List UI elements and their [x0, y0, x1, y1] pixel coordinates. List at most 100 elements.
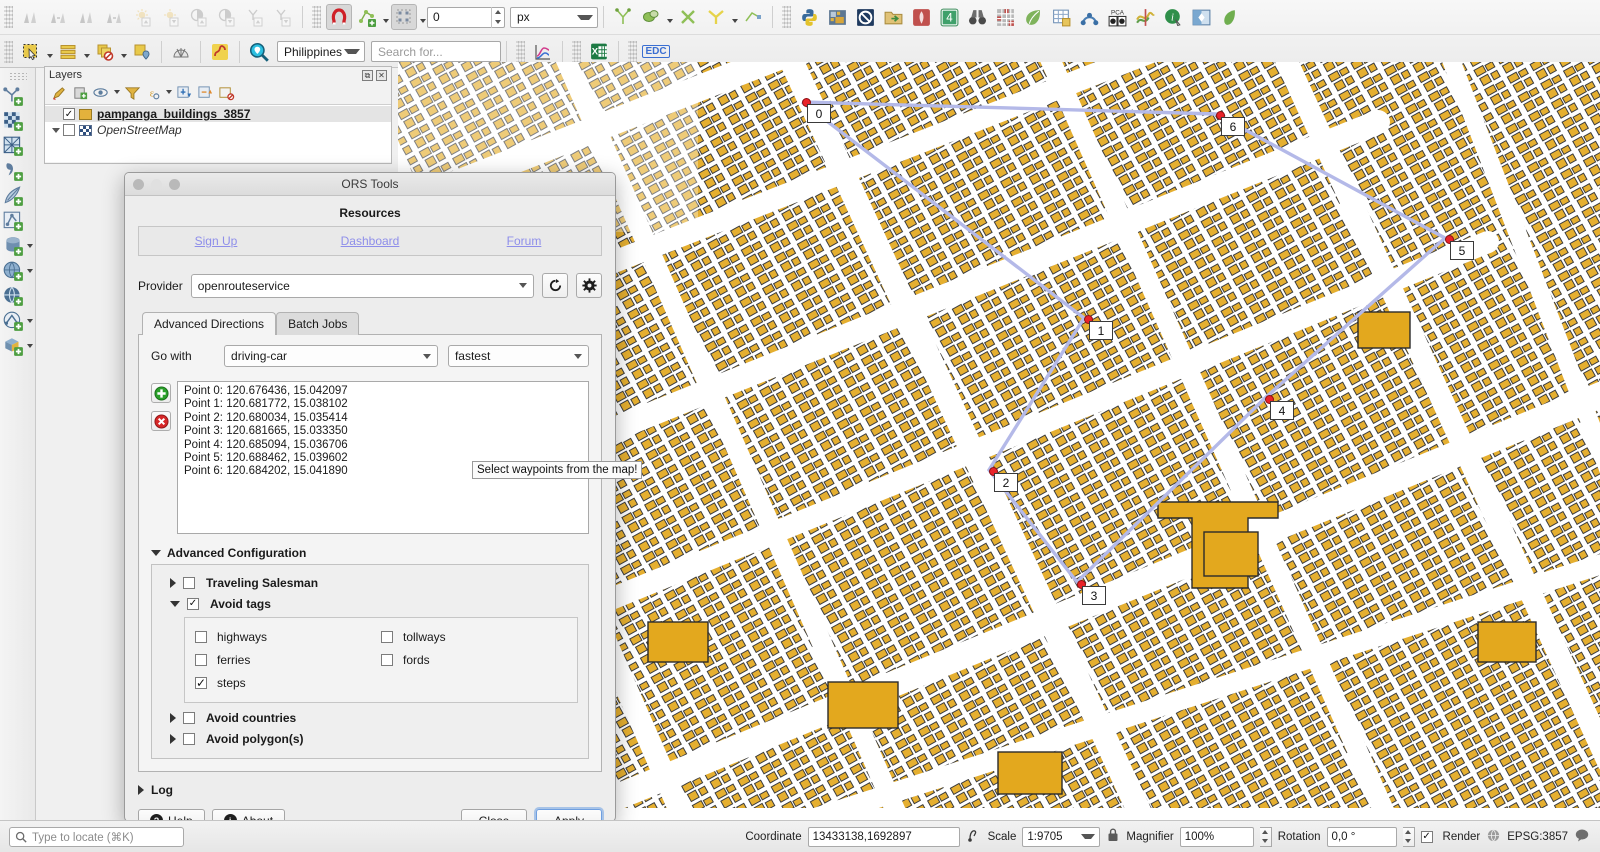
wfs-caret[interactable] — [26, 319, 35, 323]
provider-settings-gear-button[interactable] — [576, 273, 602, 298]
contrast-decrease-icon[interactable] — [214, 4, 240, 30]
add-spatialite-row[interactable] — [0, 258, 36, 283]
magnifier-field[interactable]: 100% — [1180, 827, 1254, 847]
add-raster-layer-row[interactable] — [0, 108, 36, 133]
histogram-icon[interactable] — [18, 4, 44, 30]
toolbar-grip-xls[interactable] — [572, 41, 581, 63]
lock-scale-icon[interactable] — [1106, 827, 1120, 846]
tab-advanced-directions[interactable]: Advanced Directions — [142, 312, 276, 335]
avoid-polygons-expander-icon[interactable] — [170, 734, 176, 744]
spatialite-caret[interactable] — [26, 269, 35, 273]
waypoint-row[interactable]: Point 4: 120.685094, 15.036706 — [184, 439, 582, 452]
identify-info-icon[interactable]: i — [1160, 4, 1186, 30]
manage-visibility-eye-icon[interactable] — [92, 84, 111, 103]
histogram-full-icon[interactable] — [102, 4, 128, 30]
add-geopackage-icon[interactable] — [0, 209, 26, 233]
brightness-increase-icon[interactable] — [130, 4, 156, 30]
waypoint-row[interactable]: Point 2: 120.680034, 15.035414 — [184, 412, 582, 425]
refresh-provider-button[interactable] — [542, 273, 568, 298]
ferries-checkbox[interactable] — [195, 654, 207, 666]
locate-input[interactable]: Type to locate (⌘K) — [9, 827, 184, 847]
option-avoid-countries[interactable]: Avoid countries — [162, 707, 578, 728]
delete-selected-icon[interactable] — [675, 4, 701, 30]
avoid-countries-expander-icon[interactable] — [170, 713, 176, 723]
filter-legend-icon[interactable] — [123, 84, 142, 103]
waypoint-row[interactable]: Point 0: 120.676436, 15.042097 — [184, 385, 582, 398]
add-delimited-text-icon[interactable] — [0, 159, 26, 183]
dialog-titlebar[interactable]: ORS Tools — [125, 173, 615, 196]
add-vector-layer-icon[interactable] — [0, 84, 26, 108]
window-close-button[interactable] — [133, 179, 144, 190]
messages-log-icon[interactable] — [1574, 827, 1590, 846]
split-features-icon[interactable] — [610, 4, 636, 30]
merge-features-icon[interactable] — [638, 4, 664, 30]
excel-export-icon[interactable]: X — [586, 39, 612, 65]
country-select[interactable]: Philippines — [277, 41, 365, 62]
brightness-decrease-icon[interactable] — [158, 4, 184, 30]
avoid-countries-checkbox[interactable] — [183, 712, 195, 724]
select-all-caret[interactable] — [82, 41, 91, 63]
toolbar-grip-plugins[interactable] — [782, 6, 791, 28]
avoid-tag-ferries[interactable]: ferries — [195, 648, 381, 671]
rotation-stepper[interactable] — [1403, 827, 1415, 847]
binoculars-search-icon[interactable] — [964, 4, 990, 30]
waypoint-row[interactable]: Point 1: 120.681772, 15.038102 — [184, 398, 582, 411]
topology-dropdown-caret[interactable] — [381, 6, 390, 28]
add-vector-layer-row[interactable] — [0, 83, 36, 108]
postgis-caret[interactable] — [26, 244, 35, 248]
avoid-tag-tollways[interactable]: tollways — [381, 625, 567, 648]
toolbar-grip-edc[interactable] — [628, 41, 637, 63]
deselect-features-icon[interactable] — [92, 39, 118, 65]
left-toolbar-grip[interactable] — [9, 72, 27, 80]
toolbar-grip-select[interactable] — [4, 41, 13, 63]
add-postgis-row[interactable] — [0, 233, 36, 258]
magnet-snapping-icon[interactable] — [326, 4, 352, 30]
python-console-icon[interactable] — [796, 4, 822, 30]
select-all-icon[interactable] — [55, 39, 81, 65]
toolbar-grip[interactable] — [4, 6, 13, 28]
add-feather-layer-icon[interactable] — [0, 184, 26, 208]
remove-layer-icon[interactable] — [217, 84, 236, 103]
no-action-icon[interactable] — [852, 4, 878, 30]
advanced-config-expander-icon[interactable] — [151, 550, 161, 556]
layer-expander[interactable] — [49, 128, 63, 133]
visibility-caret[interactable] — [113, 90, 121, 98]
add-mesh-layer-row[interactable] — [0, 133, 36, 158]
layer-item-buildings[interactable]: ✓ pampanga_buildings_3857 — [45, 106, 391, 122]
leaflet-export-icon[interactable] — [1216, 4, 1242, 30]
add-group-icon[interactable] — [71, 84, 90, 103]
avoid-tags-checkbox[interactable]: ✓ — [187, 598, 199, 610]
add-3d-tiles-icon[interactable] — [0, 334, 26, 358]
topology-edit-icon[interactable] — [354, 4, 380, 30]
add-postgis-icon[interactable] — [0, 234, 26, 258]
measure-line-icon[interactable] — [207, 39, 233, 65]
tiles-caret[interactable] — [26, 344, 35, 348]
snap-tolerance-input[interactable]: 0 — [427, 7, 505, 28]
steps-checkbox[interactable]: ✓ — [195, 677, 207, 689]
avoid-polygons-checkbox[interactable] — [183, 733, 195, 745]
remove-waypoint-button[interactable] — [151, 411, 171, 431]
ors-tools-dialog[interactable]: ORS Tools Resources Sign Up Dashboard Fo… — [124, 172, 616, 822]
profile-tool-icon[interactable] — [1132, 4, 1158, 30]
attribute-table-icon[interactable] — [1048, 4, 1074, 30]
waypoints-list[interactable]: Point 0: 120.676436, 15.042097 Point 1: … — [177, 381, 589, 534]
layer-visibility-checkbox[interactable]: ✓ — [63, 108, 75, 120]
add-wfs-icon[interactable] — [0, 309, 26, 333]
grass-tools-icon[interactable] — [908, 4, 934, 30]
expand-all-icon[interactable] — [175, 84, 194, 103]
histogram-stretch-icon[interactable] — [46, 4, 72, 30]
collapse-all-icon[interactable] — [196, 84, 215, 103]
saturation-decrease-icon[interactable] — [270, 4, 296, 30]
open-layer-styling-icon[interactable] — [50, 84, 69, 103]
traveling-salesman-checkbox[interactable] — [183, 577, 195, 589]
sign-up-link[interactable]: Sign Up — [139, 234, 293, 248]
preference-select[interactable]: fastest — [448, 345, 589, 367]
network-analysis-icon[interactable] — [1076, 4, 1102, 30]
window-minimize-button[interactable] — [151, 179, 162, 190]
map-swipe-icon[interactable] — [1188, 4, 1214, 30]
filter-expression-icon[interactable]: ε — [144, 84, 163, 103]
edc-plugin-icon[interactable]: EDC — [642, 39, 670, 65]
advanced-configuration-header[interactable]: Advanced Configuration — [151, 546, 589, 560]
open-project-icon[interactable] — [880, 4, 906, 30]
provider-select[interactable]: openrouteservice — [191, 274, 534, 298]
